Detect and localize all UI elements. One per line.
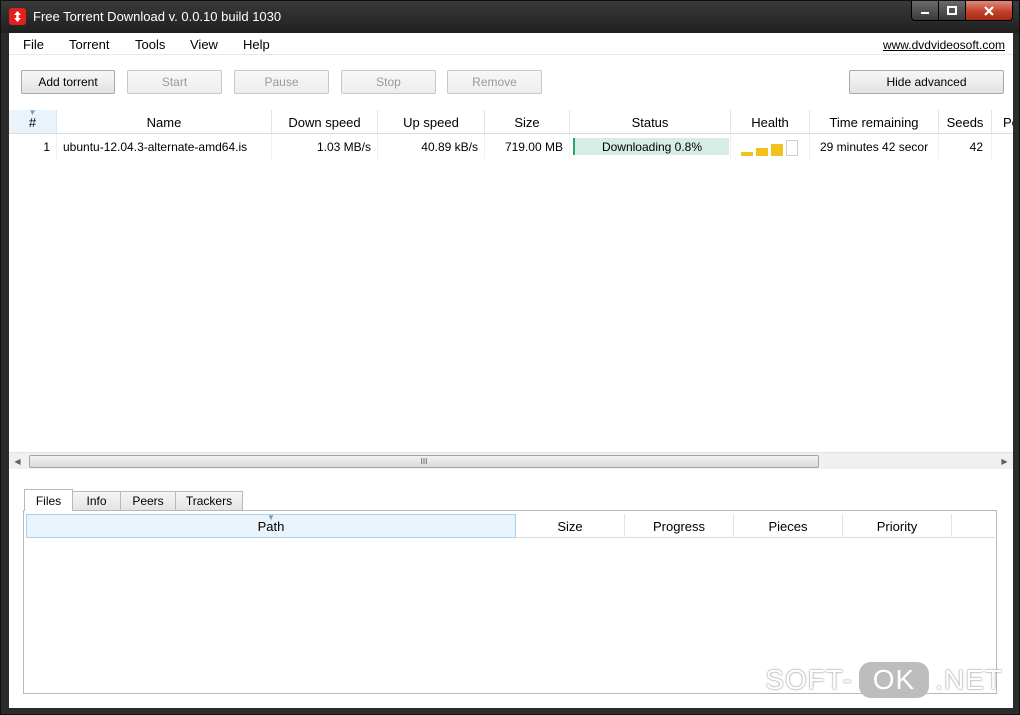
torrent-number: 1 bbox=[9, 134, 57, 159]
torrent-row[interactable]: 1 ubuntu-12.04.3-alternate-amd64.is 1.03… bbox=[9, 134, 1013, 159]
column-file-size[interactable]: Size bbox=[516, 514, 625, 538]
torrent-status: Downloading 0.8% bbox=[570, 134, 731, 159]
app-logo-icon bbox=[9, 8, 26, 25]
column-path[interactable]: ▼ Path bbox=[26, 514, 516, 538]
column-health[interactable]: Health bbox=[731, 110, 810, 133]
window-controls bbox=[911, 1, 1013, 21]
torrent-down-speed: 1.03 MB/s bbox=[272, 134, 378, 159]
minimize-icon bbox=[921, 11, 929, 14]
minimize-button[interactable] bbox=[911, 1, 938, 21]
watermark-right: .NET bbox=[935, 664, 1003, 695]
scrollbar-thumb[interactable]: III bbox=[29, 455, 819, 468]
torrent-list-header: ▼ # Name Down speed Up speed Size Status… bbox=[9, 110, 1013, 134]
column-name[interactable]: Name bbox=[57, 110, 272, 133]
column-status[interactable]: Status bbox=[570, 110, 731, 133]
tab-peers[interactable]: Peers bbox=[120, 491, 176, 510]
torrent-list: 1 ubuntu-12.04.3-alternate-amd64.is 1.03… bbox=[9, 134, 1013, 452]
sort-arrow-icon: ▼ bbox=[28, 110, 37, 117]
status-text: Downloading 0.8% bbox=[601, 139, 703, 154]
column-size[interactable]: Size bbox=[485, 110, 570, 133]
health-bar bbox=[771, 144, 783, 156]
column-time-remaining[interactable]: Time remaining bbox=[810, 110, 939, 133]
torrent-up-speed: 40.89 kB/s bbox=[378, 134, 485, 159]
tab-info[interactable]: Info bbox=[72, 491, 121, 510]
remove-button[interactable]: Remove bbox=[447, 70, 542, 94]
column-progress[interactable]: Progress bbox=[625, 514, 734, 538]
title-bar[interactable]: Free Torrent Download v. 0.0.10 build 10… bbox=[1, 1, 1019, 33]
status-progress-bar: Downloading 0.8% bbox=[573, 138, 729, 155]
watermark-left: SOFT- bbox=[765, 664, 853, 695]
close-icon bbox=[984, 5, 994, 16]
menu-torrent[interactable]: Torrent bbox=[69, 37, 109, 52]
menu-help[interactable]: Help bbox=[243, 37, 270, 52]
website-link[interactable]: www.dvdvideosoft.com bbox=[883, 38, 1005, 52]
horizontal-scrollbar[interactable]: ◀ III ▶ bbox=[9, 452, 1013, 469]
watermark: SOFT- OK .NET bbox=[765, 658, 1003, 702]
torrent-size: 719.00 MB bbox=[485, 134, 570, 159]
health-bar bbox=[786, 140, 798, 156]
health-meter bbox=[741, 140, 801, 156]
close-button[interactable] bbox=[965, 1, 1013, 21]
column-peers[interactable]: Pe bbox=[992, 110, 1013, 133]
files-list-header: ▼ Path Size Progress Pieces Priority bbox=[26, 514, 995, 538]
tab-files[interactable]: Files bbox=[24, 489, 73, 511]
app-window: Free Torrent Download v. 0.0.10 build 10… bbox=[0, 0, 1020, 715]
add-torrent-button[interactable]: Add torrent bbox=[21, 70, 115, 94]
column-priority[interactable]: Priority bbox=[843, 514, 952, 538]
torrent-seeds: 42 bbox=[939, 134, 992, 159]
column-number[interactable]: ▼ # bbox=[9, 110, 57, 133]
column-seeds[interactable]: Seeds bbox=[939, 110, 992, 133]
scroll-right-icon[interactable]: ▶ bbox=[996, 453, 1013, 470]
column-up-speed[interactable]: Up speed bbox=[378, 110, 485, 133]
watermark-ok: OK bbox=[858, 662, 930, 698]
start-button[interactable]: Start bbox=[127, 70, 222, 94]
window-title: Free Torrent Download v. 0.0.10 build 10… bbox=[33, 9, 282, 24]
torrent-time-remaining: 29 minutes 42 secor bbox=[810, 134, 939, 159]
column-down-speed[interactable]: Down speed bbox=[272, 110, 378, 133]
sort-arrow-icon: ▼ bbox=[267, 513, 275, 522]
torrent-health bbox=[731, 134, 810, 159]
maximize-button[interactable] bbox=[938, 1, 965, 21]
scrollbar-grip: III bbox=[420, 457, 428, 466]
menu-file[interactable]: File bbox=[23, 37, 44, 52]
menu-bar: File Torrent Tools View Help www.dvdvide… bbox=[9, 33, 1013, 55]
pause-button[interactable]: Pause bbox=[234, 70, 329, 94]
tab-trackers[interactable]: Trackers bbox=[175, 491, 243, 510]
menu-view[interactable]: View bbox=[190, 37, 218, 52]
stop-button[interactable]: Stop bbox=[341, 70, 436, 94]
torrent-name: ubuntu-12.04.3-alternate-amd64.is bbox=[57, 134, 272, 159]
client-area: File Torrent Tools View Help www.dvdvide… bbox=[9, 33, 1013, 708]
menu-tools[interactable]: Tools bbox=[135, 37, 165, 52]
column-pieces[interactable]: Pieces bbox=[734, 514, 843, 538]
maximize-icon bbox=[947, 5, 957, 15]
scroll-left-icon[interactable]: ◀ bbox=[9, 453, 26, 470]
health-bar bbox=[741, 152, 753, 156]
health-bar bbox=[756, 148, 768, 156]
hide-advanced-button[interactable]: Hide advanced bbox=[849, 70, 1004, 94]
